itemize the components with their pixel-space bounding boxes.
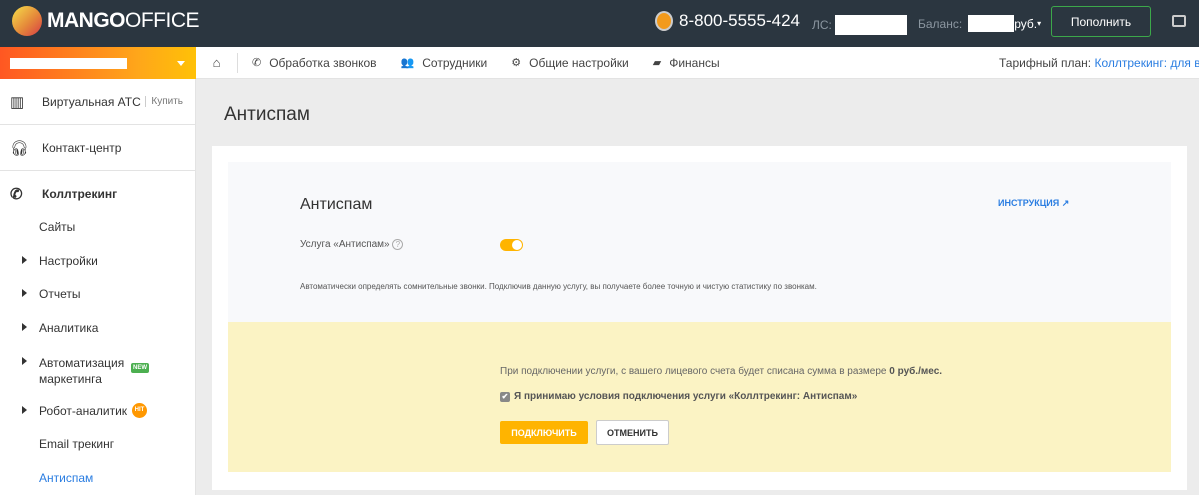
external-link-icon: ↗	[1061, 198, 1070, 208]
company-name-redacted	[10, 58, 127, 69]
agree-checkbox[interactable]: ✔	[500, 391, 510, 402]
caret-right-icon	[22, 357, 31, 365]
sidebar-item-robot-analyst[interactable]: Робот-аналитик	[39, 404, 127, 418]
charge-label: При подключении услуги, с вашего лицевог…	[500, 366, 887, 377]
charge-text: При подключении услуги, с вашего лицевог…	[500, 366, 942, 377]
connect-button[interactable]: ПОДКЛЮЧИТЬ	[500, 421, 588, 444]
card-title: Антиспам	[300, 196, 373, 213]
help-icon[interactable]: ?	[392, 239, 404, 250]
wallet-icon: ▰	[652, 57, 662, 69]
charge-amount: 0 руб./мес.	[889, 366, 943, 377]
agree-checkbox-row[interactable]: ✔ Я принимаю условия подключения услуги «…	[500, 391, 857, 402]
phone-number: 8-800-5555-424	[679, 11, 800, 30]
balance-label: Баланс:	[918, 16, 963, 31]
antispam-toggle[interactable]	[500, 239, 523, 251]
balance-value-redacted	[968, 15, 1015, 32]
company-selector[interactable]	[0, 47, 196, 79]
balance-currency: руб.	[1014, 16, 1038, 31]
service-label: Услуга «Антиспам»	[300, 239, 390, 250]
top-bar: MANGOOFFICE 8-800-5555-424 ЛС: Баланс: ру…	[0, 0, 1199, 47]
sidebar-item-contact-center[interactable]: 🎧︎ Контакт-центр	[0, 125, 195, 171]
home-icon[interactable]: ⌂	[196, 52, 238, 73]
sidebar-item-settings[interactable]: Настройки	[39, 254, 98, 268]
agree-label: Я принимаю условия подключения услуги «К…	[514, 391, 858, 402]
nav-item-calls[interactable]: ✆ Обработка звонков	[252, 56, 377, 70]
caret-right-icon	[22, 323, 31, 331]
nav-label: Сотрудники	[422, 55, 488, 70]
sidebar-item-antispam[interactable]: Антиспам	[39, 471, 93, 485]
phone-icon: ✆	[252, 57, 262, 69]
sidebar-item-analytics[interactable]: Аналитика	[39, 321, 98, 335]
chevron-down-icon: ▾	[1037, 19, 1042, 28]
balance[interactable]: Баланс: руб. ▾	[918, 15, 1041, 32]
page-title: Антиспам	[224, 104, 310, 125]
support-phone: 8-800-5555-424	[655, 11, 800, 31]
account-label: ЛС:	[812, 18, 832, 32]
users-icon: 👥	[400, 57, 415, 69]
instruction-link[interactable]: ИНСТРУКЦИЯ ↗	[998, 198, 1069, 209]
nav-item-finance[interactable]: ▰ Финансы	[653, 56, 720, 70]
buy-link[interactable]: Купить	[145, 96, 183, 107]
tariff-plan: Тарифный план: Коллтрекинг: для вну	[999, 56, 1199, 70]
sidebar-item-email-tracking[interactable]: Email трекинг	[39, 437, 114, 451]
cancel-button[interactable]: ОТМЕНИТЬ	[596, 420, 669, 445]
sidebar-item-vats[interactable]: ▥ Виртуальная АТС Купить	[0, 79, 195, 125]
nav-label: Финансы	[669, 55, 720, 70]
calltracking-icon: ✆	[10, 186, 23, 203]
settings-panel: Антиспам ИНСТРУКЦИЯ ↗ Услуга «Антиспам» …	[228, 162, 1171, 322]
instruction-label: ИНСТРУКЦИЯ	[998, 198, 1060, 208]
sidebar-item-marketing-automation[interactable]: Автоматизация маркетинга	[39, 355, 129, 387]
tariff-link[interactable]: Коллтрекинг: для вну	[1094, 56, 1199, 70]
sidebar-item-sites[interactable]: Сайты	[39, 220, 75, 234]
service-row: Услуга «Антиспам» ?	[300, 239, 404, 250]
headset-icon	[655, 11, 673, 31]
sidebar-item-reports[interactable]: Отчеты	[39, 287, 80, 301]
mango-logo-icon	[12, 6, 42, 36]
hit-badge: HIT	[132, 403, 147, 418]
confirmation-panel: При подключении услуги, с вашего лицевог…	[228, 322, 1171, 472]
caret-right-icon	[22, 256, 31, 264]
nav-item-employees[interactable]: 👥 Сотрудники	[401, 56, 488, 70]
sidebar: ▥ Виртуальная АТС Купить 🎧︎ Контакт-центр ✆…	[0, 79, 196, 495]
chat-icon[interactable]	[1172, 15, 1186, 27]
caret-right-icon	[22, 289, 31, 297]
sidebar-label: Коллтрекинг	[42, 187, 118, 201]
antispam-card: Антиспам ИНСТРУКЦИЯ ↗ Услуга «Антиспам» …	[212, 146, 1187, 490]
top-nav: ⌂ ✆ Обработка звонков 👥 Сотрудники ⚙ Общие …	[196, 47, 1199, 79]
nav-label: Обработка звонков	[269, 55, 377, 70]
nav-item-settings[interactable]: ⚙ Общие настройки	[511, 56, 628, 70]
logo[interactable]: MANGOOFFICE	[12, 6, 200, 36]
account-value-redacted	[834, 15, 907, 35]
pbx-icon: ▥	[10, 93, 25, 111]
tariff-label: Тарифный план:	[999, 56, 1092, 70]
sidebar-item-calltracking[interactable]: ✆ Коллтрекинг	[0, 171, 195, 217]
service-description: Автоматически определять сомнительные зв…	[300, 282, 817, 291]
logo-light: OFFICE	[125, 9, 200, 32]
nav-label: Общие настройки	[529, 55, 629, 70]
gear-icon: ⚙	[511, 57, 522, 69]
caret-right-icon	[22, 406, 31, 414]
sidebar-label: Контакт-центр	[42, 140, 122, 155]
logo-bold: MANGO	[47, 9, 126, 32]
topup-button[interactable]: Пополнить	[1051, 6, 1151, 37]
account-number: ЛС:	[812, 15, 907, 35]
headset-icon: 🎧︎	[10, 139, 30, 157]
sidebar-label: Виртуальная АТС	[42, 94, 141, 109]
new-badge: NEW	[131, 363, 149, 373]
chevron-down-icon	[177, 61, 185, 70]
